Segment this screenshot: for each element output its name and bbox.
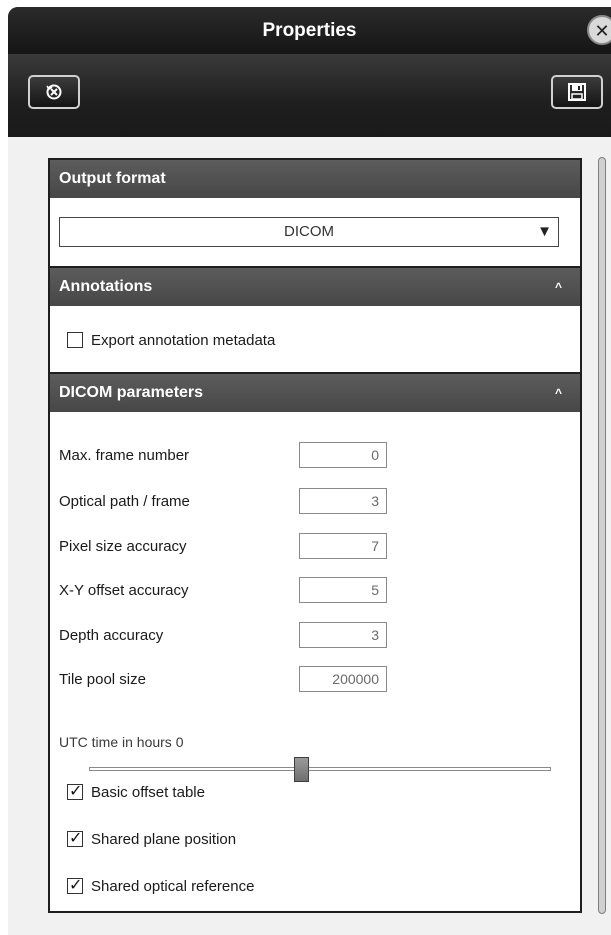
annotations-header[interactable]: Annotations ^ bbox=[50, 268, 580, 306]
basic-offset-table-checkbox[interactable]: Basic offset table bbox=[67, 781, 205, 804]
optical-path-frame-input[interactable]: 3 bbox=[299, 488, 387, 514]
checkbox-checked-icon bbox=[67, 828, 83, 850]
pixel-size-accuracy-input[interactable]: 7 bbox=[299, 533, 387, 559]
toolbar bbox=[8, 54, 611, 137]
max-frame-number-input[interactable]: 0 bbox=[299, 442, 387, 468]
checkbox-checked-icon bbox=[67, 875, 83, 897]
tile-pool-size-label: Tile pool size bbox=[59, 671, 146, 688]
max-frame-number-label: Max. frame number bbox=[59, 447, 190, 464]
utc-time-label: UTC time in hours 0 bbox=[59, 734, 184, 750]
utc-time-slider-thumb[interactable] bbox=[294, 757, 309, 782]
shared-plane-position-label: Shared plane position bbox=[91, 831, 237, 848]
export-annotation-metadata-checkbox[interactable]: Export annotation metadata bbox=[67, 330, 275, 352]
close-icon: ✕ bbox=[594, 21, 610, 41]
dicom-parameters-title: DICOM parameters bbox=[59, 384, 204, 401]
export-annotation-metadata-label: Export annotation metadata bbox=[91, 332, 276, 349]
basic-offset-table-label: Basic offset table bbox=[91, 784, 205, 801]
properties-window: Properties ✕ Output format DICOM ▼ Annot… bbox=[8, 7, 611, 935]
xy-offset-accuracy-label: X-Y offset accuracy bbox=[59, 582, 189, 599]
annotations-title: Annotations bbox=[59, 278, 153, 295]
collapse-chevron-icon: ^ bbox=[554, 386, 562, 400]
reset-icon bbox=[45, 83, 63, 101]
checkbox-checked-icon bbox=[67, 781, 83, 803]
checkbox-box bbox=[67, 332, 83, 348]
pixel-size-accuracy-label: Pixel size accuracy bbox=[59, 538, 187, 555]
xy-offset-accuracy-input[interactable]: 5 bbox=[299, 577, 387, 603]
shared-optical-reference-checkbox[interactable]: Shared optical reference bbox=[67, 875, 255, 898]
output-format-title: Output format bbox=[59, 170, 166, 187]
save-button[interactable] bbox=[551, 75, 603, 109]
depth-accuracy-label: Depth accuracy bbox=[59, 627, 164, 644]
properties-content: Output format DICOM ▼ Annotations ^ Expo… bbox=[8, 137, 611, 935]
shared-optical-reference-label: Shared optical reference bbox=[91, 878, 255, 895]
depth-accuracy-input[interactable]: 3 bbox=[299, 622, 387, 648]
utc-time-slider-track[interactable] bbox=[89, 767, 551, 771]
properties-panel: Output format DICOM ▼ Annotations ^ Expo… bbox=[48, 158, 582, 913]
output-format-value: DICOM bbox=[284, 223, 334, 240]
reset-button[interactable] bbox=[28, 75, 80, 109]
vertical-scrollbar[interactable] bbox=[598, 157, 606, 914]
dicom-parameters-header[interactable]: DICOM parameters ^ bbox=[50, 374, 580, 412]
collapse-chevron-icon: ^ bbox=[554, 280, 562, 294]
shared-plane-position-checkbox[interactable]: Shared plane position bbox=[67, 828, 237, 851]
dropdown-arrow-icon: ▼ bbox=[537, 223, 552, 240]
save-icon bbox=[567, 82, 587, 102]
optical-path-frame-label: Optical path / frame bbox=[59, 493, 190, 510]
close-button[interactable]: ✕ bbox=[587, 15, 611, 45]
window-title: Properties bbox=[262, 20, 357, 41]
tile-pool-size-input[interactable]: 200000 bbox=[299, 666, 387, 692]
output-format-header: Output format bbox=[50, 160, 580, 198]
output-format-select[interactable]: DICOM ▼ bbox=[59, 217, 559, 247]
title-bar: Properties bbox=[8, 7, 611, 54]
